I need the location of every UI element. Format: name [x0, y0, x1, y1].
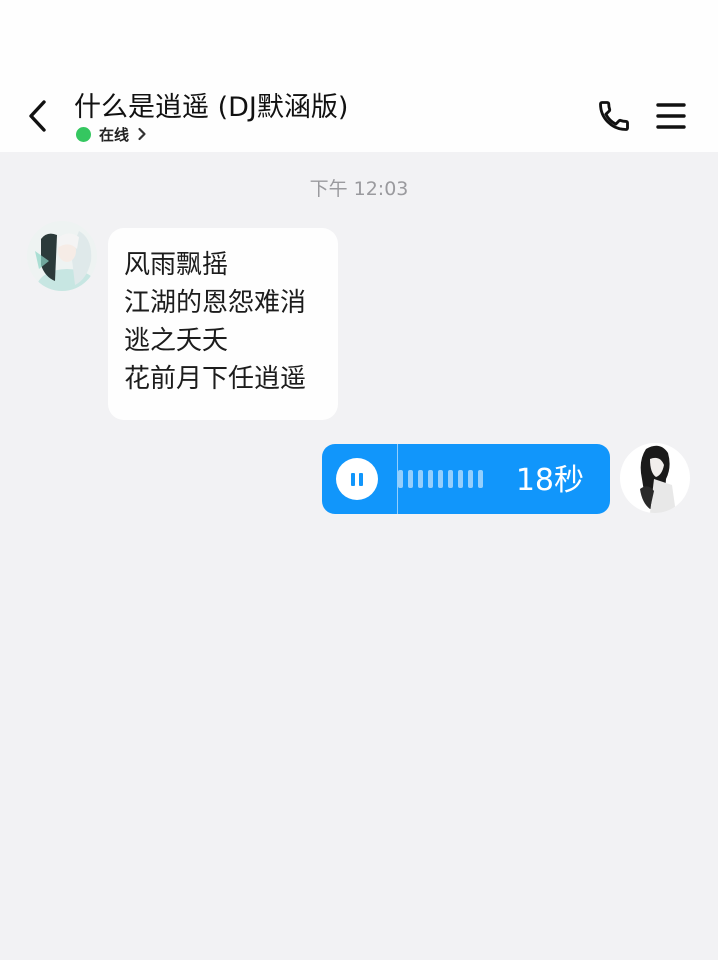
voice-waveform — [398, 470, 483, 488]
call-button[interactable] — [596, 98, 632, 134]
back-button[interactable] — [20, 96, 56, 136]
status-label: 在线 — [99, 125, 130, 144]
online-dot — [76, 126, 91, 142]
menu-button[interactable] — [655, 100, 687, 132]
incoming-message-bubble[interactable]: 风雨飘摇 江湖的恩怨难消 逃之夭夭 花前月下任逍遥 — [108, 228, 338, 420]
contact-avatar[interactable] — [27, 221, 97, 291]
my-avatar[interactable] — [620, 443, 690, 513]
chat-header: 什么是逍遥 (DJ默涵版) 在线 — [0, 0, 718, 152]
phone-icon — [599, 101, 629, 131]
chevron-right-icon — [138, 127, 146, 141]
message-line: 逃之夭夭 — [124, 326, 229, 356]
online-status[interactable]: 在线 — [76, 124, 147, 144]
message-line: 风雨飘摇 — [124, 250, 229, 280]
chat-title[interactable]: 什么是逍遥 (DJ默涵版) — [74, 90, 348, 126]
pause-icon — [351, 472, 355, 486]
voice-message-bubble[interactable]: 18秒 — [322, 444, 610, 514]
message-timestamp: 下午 12:03 — [309, 178, 409, 200]
chevron-left-icon — [29, 100, 46, 132]
voice-duration: 18秒 — [515, 463, 584, 498]
message-line: 江湖的恩怨难消 — [124, 288, 307, 318]
pause-button[interactable] — [336, 458, 378, 500]
hamburger-menu-icon — [656, 103, 686, 129]
message-line: 花前月下任逍遥 — [124, 364, 307, 394]
